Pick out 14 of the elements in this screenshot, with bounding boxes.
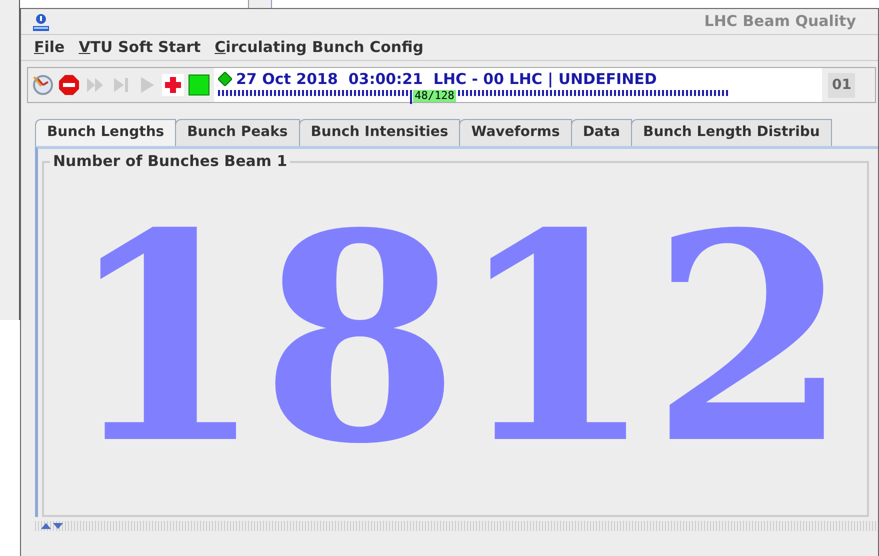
status-text: 27 Oct 2018 03:00:21 LHC - 00 LHC | UNDEFINED	[236, 70, 657, 88]
tab[interactable]: Bunch Length Distribu	[631, 119, 832, 146]
tab[interactable]: Bunch Lengths	[35, 119, 176, 146]
tab[interactable]: Bunch Intensities	[298, 119, 460, 146]
progress-label: 48/128	[412, 90, 456, 102]
window-title: LHC Beam Quality	[704, 11, 856, 32]
menu-item[interactable]: File	[27, 36, 72, 59]
menu-item[interactable]: VTU Soft Start	[72, 36, 208, 59]
tab[interactable]: Bunch Peaks	[175, 119, 300, 146]
menu-item[interactable]: Circulating Bunch Config	[208, 36, 430, 59]
tab[interactable]: Waveforms	[459, 119, 572, 146]
tab[interactable]: Data	[570, 119, 632, 146]
bunch-count: 1812	[66, 196, 846, 482]
counter-field: 01	[828, 72, 856, 98]
